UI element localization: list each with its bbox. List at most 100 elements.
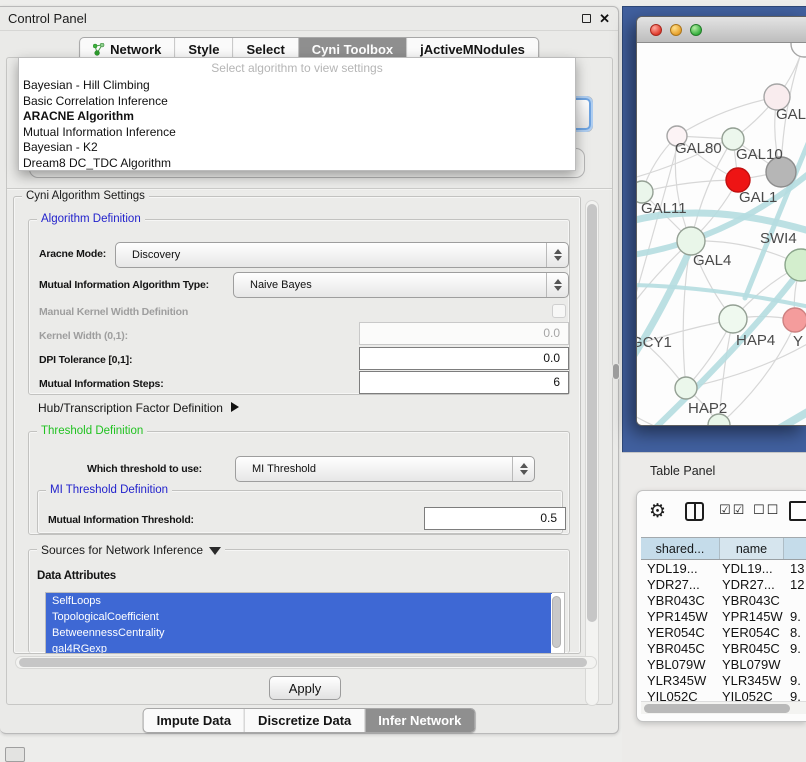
which-threshold-value: MI Threshold <box>236 463 316 475</box>
node-swi4[interactable] <box>785 249 806 281</box>
select-all-checkboxes-icon[interactable]: ☑☑ <box>719 503 746 518</box>
aracne-mode-select[interactable]: Discovery <box>115 242 569 268</box>
node-hap2[interactable] <box>675 377 697 399</box>
mi-steps-label: Mutual Information Steps: <box>39 378 164 390</box>
node-label-gal80: GAL80 <box>675 140 722 157</box>
algorithm-option-mutual-information-inference[interactable]: Mutual Information Inference <box>19 125 575 141</box>
column-header-shared[interactable]: shared... <box>641 538 720 559</box>
node-label-hap2: HAP2 <box>688 400 727 417</box>
node-label-red: GAL1 <box>739 189 777 206</box>
table-cell: 9. <box>784 673 806 689</box>
column-layout-icon[interactable] <box>685 502 704 521</box>
mi-steps-field[interactable]: 6 <box>359 371 569 394</box>
table-body: YDL19...YDL19...13YDR27...YDR27...12YBR0… <box>641 561 806 701</box>
zoom-traffic-light-icon[interactable] <box>690 24 702 36</box>
bottom-tab-strip: Impute Data Discretize Data Infer Network <box>143 708 476 733</box>
minimize-traffic-light-icon[interactable] <box>670 24 682 36</box>
settings-horizontal-scrollbar[interactable] <box>15 656 597 669</box>
table-cell: YDL19... <box>641 561 720 577</box>
node-topnode[interactable] <box>791 43 806 57</box>
group-title: Algorithm Definition <box>37 213 145 225</box>
table-row[interactable]: YLR345WYLR345W9. <box>641 673 806 689</box>
network-icon <box>93 43 105 56</box>
algorithm-option-dream8-dc-tdc-algorithm[interactable]: Dream8 DC_TDC Algorithm <box>19 156 575 172</box>
table-cell: YBR043C <box>641 593 720 609</box>
node-label-ypink: Y <box>793 333 803 350</box>
minimized-panel-icon[interactable] <box>5 747 25 762</box>
network-canvas[interactable]: GALGAL80GAL10GAL1GAL11GAL4SWI4HAP4YGCY1H… <box>637 43 806 426</box>
node-label-gcy1: GCY1 <box>637 334 672 351</box>
close-traffic-light-icon[interactable] <box>650 24 662 36</box>
algorithm-option-bayesian-k2[interactable]: Bayesian - K2 <box>19 140 575 156</box>
table-cell: 12 <box>784 577 806 593</box>
dpi-tolerance-field[interactable]: 0.0 <box>359 347 569 370</box>
hub-definition-toggle[interactable]: Hub/Transcription Factor Definition <box>38 401 239 415</box>
node-gal4[interactable] <box>677 227 705 255</box>
scrollbar-thumb[interactable] <box>644 704 790 713</box>
deselect-all-checkboxes-icon[interactable]: ☐☐ <box>753 503 780 518</box>
kernel-width-field: 0.0 <box>359 322 569 345</box>
table-horizontal-scrollbar[interactable] <box>641 701 806 714</box>
gear-icon[interactable]: ⚙ <box>649 500 666 522</box>
tab-label: Discretize Data <box>258 713 351 728</box>
algorithm-option-basic-correlation-inference[interactable]: Basic Correlation Inference <box>19 94 575 110</box>
panel-divider-handle[interactable] <box>613 364 619 379</box>
data-attributes-list[interactable]: SelfLoopsTopologicalCoefficientBetweenne… <box>45 592 565 654</box>
network-window-titlebar[interactable] <box>637 17 806 43</box>
settings-vertical-scrollbar[interactable] <box>585 200 599 706</box>
table-row[interactable]: YBR045CYBR045C9. <box>641 641 806 657</box>
table-header: shared...name <box>641 537 806 560</box>
table-row[interactable]: YBL079WYBL079W <box>641 657 806 673</box>
tab-label: Infer Network <box>378 713 461 728</box>
attribute-item-topologicalcoefficient[interactable]: TopologicalCoefficient <box>46 609 552 625</box>
table-row[interactable]: YPR145WYPR145W9. <box>641 609 806 625</box>
attribute-item-betweennesscentrality[interactable]: BetweennessCentrality <box>46 625 552 641</box>
table-cell: YPR145W <box>641 609 720 625</box>
file-icon[interactable] <box>789 501 806 521</box>
table-row[interactable]: YIL052CYIL052C9. <box>641 689 806 701</box>
table-row[interactable]: YDR27...YDR27...12 <box>641 577 806 593</box>
mi-type-value: Naive Bayes <box>234 279 312 291</box>
tab-label: Cyni Toolbox <box>312 42 393 57</box>
table-cell: YIL052C <box>641 689 720 701</box>
node-hap4[interactable] <box>719 305 747 333</box>
list-scrollbar[interactable] <box>551 594 563 654</box>
which-threshold-select[interactable]: MI Threshold <box>235 456 535 482</box>
data-attributes-label: Data Attributes <box>37 570 116 582</box>
sources-toggle[interactable]: Sources for Network Inference <box>37 543 225 557</box>
network-graph[interactable]: GALGAL80GAL10GAL1GAL11GAL4SWI4HAP4YGCY1H… <box>637 43 806 426</box>
node-label-gal7: GAL <box>776 106 806 123</box>
algorithm-option-bayesian-hill-climbing[interactable]: Bayesian - Hill Climbing <box>19 78 575 94</box>
highlighted-edge-5[interactable] <box>755 395 806 426</box>
algorithm-option-aracne-algorithm[interactable]: ARACNE Algorithm <box>19 109 575 125</box>
scrollbar-thumb[interactable] <box>587 204 597 622</box>
column-header-name[interactable]: name <box>720 538 784 559</box>
tab-impute-data[interactable]: Impute Data <box>144 709 244 732</box>
mi-threshold-group: MI Threshold Definition Mutual Informati… <box>37 490 563 534</box>
attribute-item-gal4rgexp[interactable]: gal4RGexp <box>46 641 552 654</box>
column-header-cut[interactable] <box>784 538 806 559</box>
tab-discretize-data[interactable]: Discretize Data <box>244 709 364 732</box>
edge-red-gal11[interactable] <box>642 180 738 192</box>
tab-infer-network[interactable]: Infer Network <box>364 709 474 732</box>
apply-button[interactable]: Apply <box>269 676 341 700</box>
table-cell: YDL19... <box>720 561 784 577</box>
mi-threshold-field[interactable]: 0.5 <box>424 507 566 530</box>
mi-type-select[interactable]: Naive Bayes <box>233 272 569 298</box>
table-cell: 9. <box>784 641 806 657</box>
group-title: MI Threshold Definition <box>46 484 172 496</box>
table-row[interactable]: YBR043CYBR043C <box>641 593 806 609</box>
list-scrollbar-thumb[interactable] <box>552 596 561 648</box>
node-ypink[interactable] <box>783 308 806 332</box>
close-icon[interactable]: ✕ <box>599 13 610 24</box>
table-cell: 9. <box>784 689 806 701</box>
node-label-gal10: GAL10 <box>736 146 783 163</box>
table-row[interactable]: YDL19...YDL19...13 <box>641 561 806 577</box>
tab-label: jActiveMNodules <box>420 42 525 57</box>
float-window-icon[interactable] <box>582 14 591 23</box>
control-panel-titlebar: Control Panel ✕ <box>0 7 618 31</box>
attribute-item-selfloops[interactable]: SelfLoops <box>46 593 552 609</box>
scrollbar-thumb[interactable] <box>19 658 587 667</box>
table-row[interactable]: YER054CYER054C8. <box>641 625 806 641</box>
table-cell: YIL052C <box>720 689 784 701</box>
